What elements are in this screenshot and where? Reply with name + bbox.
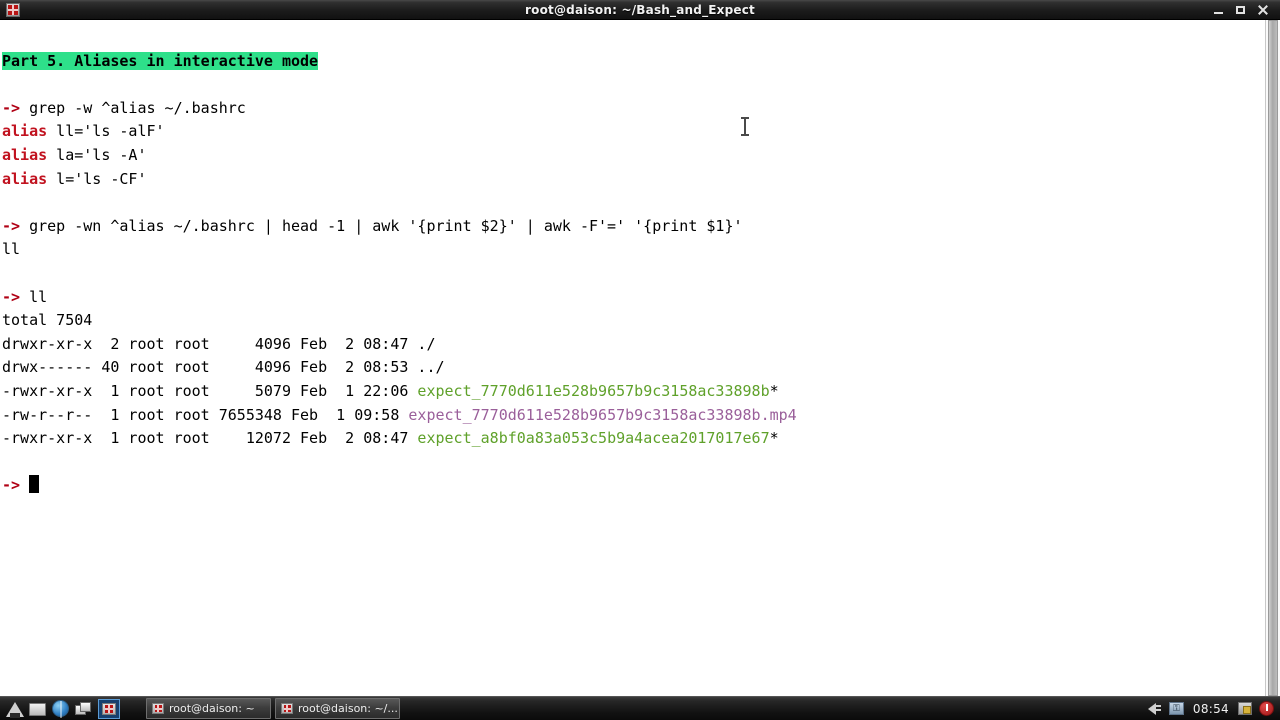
maximize-button[interactable] [1235, 4, 1246, 16]
terminal-window: root@daison: ~/Bash_and_Expect Part 5. A… [0, 0, 1280, 696]
file-listing-row: -rwxr-xr-x 1 root root 5079 Feb 1 22:06 … [2, 380, 1265, 404]
shell-prompt: -> [2, 216, 21, 235]
terminal-scrollbar[interactable] [1265, 20, 1280, 696]
file-metadata: -rwxr-xr-x 1 root root 5079 Feb 1 22:06 [2, 381, 418, 400]
taskbar: root@daison: ~ root@daison: ~/... ⚿ 08:54 [0, 696, 1280, 720]
terminal-icon [152, 703, 164, 714]
text-cursor [29, 475, 40, 494]
show-desktop-icon[interactable] [75, 700, 93, 718]
command-text: ll [20, 287, 48, 306]
grep-match-token: alias [2, 169, 48, 188]
browser-launcher-icon[interactable] [52, 699, 70, 718]
file-metadata: -rw-r--r-- 1 root root 7655348 Feb 1 09:… [2, 405, 409, 424]
file-name: expect_7770d611e528b9657b9c3158ac33898b.… [408, 405, 797, 424]
taskbar-launchers [2, 698, 124, 719]
terminal-active-prompt: -> [2, 474, 1265, 498]
file-name: expect_a8bf0a83a053c5b9a4acea2017017e67 [417, 429, 770, 448]
file-name: ../ [417, 358, 445, 377]
file-metadata: -rwxr-xr-x 1 root root 12072 Feb 2 08:47 [2, 429, 418, 448]
scrollbar-thumb[interactable] [1268, 20, 1278, 696]
speaker-icon[interactable] [1147, 701, 1163, 716]
grep-line-remainder: l='ls -CF' [47, 169, 147, 188]
system-tray: ⚿ 08:54 [1147, 701, 1278, 716]
terminal-body: Part 5. Aliases in interactive mode -> g… [0, 20, 1280, 696]
terminal-grep-match-line: alias la='ls -A' [2, 144, 1265, 168]
terminal-command-line: -> ll [2, 286, 1265, 310]
terminal-command-line: -> grep -wn ^alias ~/.bashrc | head -1 |… [2, 215, 1265, 239]
shell-prompt: -> [2, 476, 21, 495]
key-icon[interactable]: ⚿ [1168, 701, 1184, 716]
shell-prompt: -> [2, 287, 21, 306]
command-text: grep -wn ^alias ~/.bashrc | head -1 | aw… [20, 216, 743, 235]
desktop-screen: root@daison: ~/Bash_and_Expect Part 5. A… [0, 0, 1280, 720]
file-metadata: drwx------ 40 root root 4096 Feb 2 08:53 [2, 358, 418, 377]
file-listing-row: drwxr-xr-x 2 root root 4096 Feb 2 08:47 … [2, 333, 1265, 357]
grep-match-token: alias [2, 122, 48, 141]
file-listing-row: -rw-r--r-- 1 root root 7655348 Feb 1 09:… [2, 404, 1265, 428]
taskbar-window-button[interactable]: root@daison: ~/... [275, 698, 400, 719]
window-title: root@daison: ~/Bash_and_Expect [525, 2, 755, 17]
terminal-output-line: ll [2, 240, 21, 259]
file-type-indicator: * [769, 381, 779, 400]
terminal-launcher-icon[interactable] [29, 700, 47, 718]
arch-menu-icon[interactable] [6, 700, 24, 718]
terminal-app-icon [6, 2, 20, 17]
taskbar-window-button[interactable]: root@daison: ~ [146, 698, 271, 719]
terminal-output[interactable]: Part 5. Aliases in interactive mode -> g… [0, 20, 1265, 696]
window-titlebar[interactable]: root@daison: ~/Bash_and_Expect [0, 0, 1280, 20]
taskbar-clock: 08:54 [1192, 701, 1229, 716]
terminal-grep-match-line: alias l='ls -CF' [2, 168, 1265, 192]
minimize-button[interactable] [1213, 4, 1224, 16]
file-name: expect_7770d611e528b9657b9c3158ac33898b [417, 381, 770, 400]
file-type-indicator: * [769, 429, 779, 448]
file-listing-row: drwx------ 40 root root 4096 Feb 2 08:53… [2, 356, 1265, 380]
file-name: ./ [417, 334, 436, 353]
terminal-grep-match-line: alias ll='ls -alF' [2, 120, 1265, 144]
command-text [20, 476, 29, 494]
display-lock-icon[interactable] [1238, 701, 1253, 716]
terminal-output-line: total 7504 [2, 311, 93, 330]
window-controls [1213, 4, 1276, 16]
command-text: grep -w ^alias ~/.bashrc [20, 98, 246, 117]
terminal-section-header: Part 5. Aliases in interactive mode [2, 50, 1265, 74]
file-listing-row: -rwxr-xr-x 1 root root 12072 Feb 2 08:47… [2, 427, 1265, 451]
terminal-icon [281, 703, 293, 714]
close-button[interactable] [1257, 4, 1268, 16]
file-metadata: drwxr-xr-x 2 root root 4096 Feb 2 08:47 [2, 334, 418, 353]
taskbar-window-list: root@daison: ~ root@daison: ~/... [146, 698, 400, 719]
terminal-window-icon[interactable] [98, 698, 120, 719]
grep-line-remainder: la='ls -A' [47, 145, 147, 164]
shell-prompt: -> [2, 98, 21, 117]
grep-line-remainder: ll='ls -alF' [47, 122, 165, 141]
section-header-text: Part 5. Aliases in interactive mode [2, 51, 319, 70]
taskbar-window-label: root@daison: ~/... [298, 702, 398, 715]
terminal-command-line: -> grep -w ^alias ~/.bashrc [2, 97, 1265, 121]
grep-match-token: alias [2, 145, 48, 164]
power-icon[interactable] [1259, 701, 1274, 716]
taskbar-window-label: root@daison: ~ [169, 702, 255, 715]
